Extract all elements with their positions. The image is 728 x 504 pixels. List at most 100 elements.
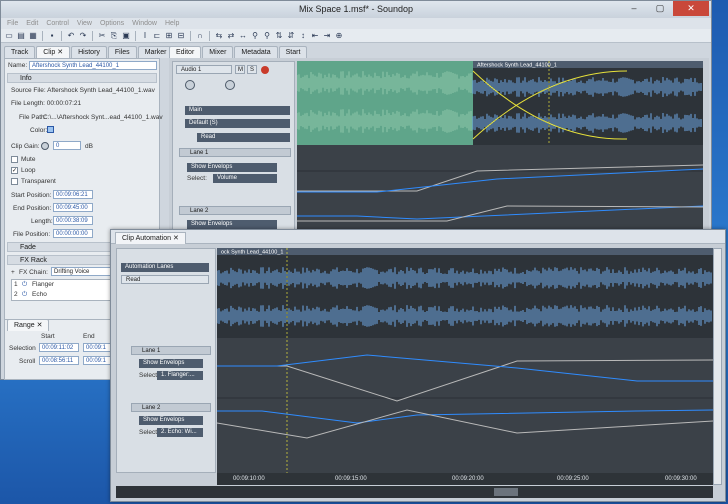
undo-icon[interactable]: ↶ [66,31,76,41]
fx-item-name[interactable]: Flanger [32,281,54,288]
minimize-button[interactable]: – [621,1,647,16]
lane1-show-envelopes[interactable]: Show Envelops [139,359,203,368]
selection-end-input[interactable]: 00:09:1 [83,343,111,352]
tab-files[interactable]: Files [107,46,137,58]
scroll-end-input[interactable]: 00:09:1 [83,356,111,365]
menu-options[interactable]: Options [100,18,124,29]
tab-editor[interactable]: Editor [169,46,202,58]
maximize-button[interactable]: ▢ [647,1,673,16]
menu-edit[interactable]: Edit [26,18,38,29]
start-position-input[interactable]: 00:09:06:21 [53,190,93,199]
menu-view[interactable]: View [77,18,92,29]
zoom-out-v-icon[interactable]: ⇵ [286,31,296,41]
go-start-icon[interactable]: ⇤ [310,31,320,41]
automation-mode-select[interactable]: Read [121,275,209,284]
selection-start-input[interactable]: 00:09:11:02 [39,343,79,352]
gain-knob-icon[interactable] [41,142,49,150]
menu-control[interactable]: Control [46,18,69,29]
transparent-checkbox[interactable] [11,178,18,185]
tab-clip-automation[interactable]: Clip Automation ✕ [115,232,186,244]
loop-checkbox[interactable]: ✓ [11,167,18,174]
power-icon[interactable]: ⏻ [22,291,27,299]
menu-file[interactable]: File [7,18,18,29]
clip-label: Aftershock Synth Lead_44100_1 [477,63,557,69]
add-fx-icon[interactable]: + [11,269,15,276]
go-end-icon[interactable]: ⇥ [322,31,332,41]
power-icon[interactable]: ⏻ [22,281,27,289]
source-file-text: Source File: Aftershock Synth Lead_44100… [11,87,155,94]
record-arm-icon[interactable] [261,66,269,74]
info-section-header[interactable]: Info [7,73,157,83]
timeline-ruler[interactable]: 00:09:10:00 00:09:15:00 00:09:20:00 00:0… [217,473,713,485]
tab-range[interactable]: Range ✕ [7,319,50,331]
lane1-select[interactable]: 1. Flanger:... [157,371,203,380]
scroll-thumb[interactable] [494,488,518,496]
open-folder-icon[interactable]: ▤ [16,31,26,41]
new-file-icon[interactable]: ▭ [4,31,14,41]
text-cursor-icon[interactable]: I [140,31,150,41]
menu-help[interactable]: Help [165,18,179,29]
output-bus-select[interactable]: Main [185,106,290,115]
fx-chain-select[interactable]: Drifting Voice [51,267,111,276]
zoom-in-h-icon[interactable]: ⇆ [214,31,224,41]
time-select-icon[interactable]: ⊏ [152,31,162,41]
vertical-scrollbar[interactable] [713,248,722,485]
tab-clip[interactable]: Clip ✕ [36,46,71,58]
waveform-area[interactable]: Aftershock Synth Lead_44100_1 [297,61,703,231]
clip-select-icon[interactable]: ⊞ [164,31,174,41]
fx-item-name[interactable]: Echo [32,291,47,298]
clip-automation-header: Clip Automation ✕ [111,230,725,244]
automation-mode-select[interactable]: Read [197,133,290,142]
file-position-input[interactable]: 00:00:00:00 [53,229,93,238]
lane1-select-label: Select: [139,372,159,379]
marker-icon[interactable]: ⊕ [334,31,344,41]
automation-lanes-select[interactable]: Automation Lanes [121,263,209,272]
end-position-label: End Position: [13,205,52,212]
magnet-icon[interactable]: ∩ [195,31,205,41]
end-position-input[interactable]: 00:09:45:00 [53,203,93,212]
save-icon[interactable]: ▪ [47,31,57,41]
length-input[interactable]: 00:00:38:09 [53,216,93,225]
automation-lane-panel: Automation Lanes Read Lane 1 Show Envelo… [116,248,216,473]
horizontal-scrollbar[interactable] [116,486,713,498]
automation-waveform-area[interactable]: ock Synth Lead_44100_1 [217,248,713,473]
volume-knob-icon[interactable] [185,80,195,90]
zoom-out-h-icon[interactable]: ⇄ [226,31,236,41]
lane1-show-envelopes[interactable]: Show Envelops [187,163,277,172]
lane2-select[interactable]: 2. Echo: Wi... [157,428,203,437]
tab-metadata[interactable]: Metadata [234,46,278,58]
zoom-fit-icon[interactable]: ↔ [238,31,248,41]
zoom-reset-icon[interactable]: ↕ [298,31,308,41]
color-swatch[interactable] [47,126,54,133]
tab-start[interactable]: Start [278,46,308,58]
clip-name-input[interactable]: Aftershock Synth Lead_44100_1 [29,61,157,70]
lane1-select[interactable]: Volume [213,174,277,183]
lane2-show-envelopes[interactable]: Show Envelops [139,416,203,425]
pan-knob-icon[interactable] [225,80,235,90]
track-name-input[interactable]: Audio 1 [176,65,232,74]
menu-window[interactable]: Window [132,18,157,29]
zoom-selection-icon[interactable]: ⚲ [262,31,272,41]
solo-button[interactable]: S [247,65,257,74]
mute-button[interactable]: M [235,65,245,74]
cut-icon[interactable]: ✂ [97,31,107,41]
selection-label: Selection [9,345,36,352]
tab-mixer[interactable]: Mixer [202,46,234,58]
mute-checkbox[interactable] [11,156,18,163]
close-button[interactable]: ✕ [673,1,709,16]
lane2-show-envelopes[interactable]: Show Envelops [187,220,277,229]
tab-track[interactable]: Track [4,46,36,58]
input-select[interactable]: Default (S) [185,119,290,128]
new-project-icon[interactable]: ▦ [28,31,38,41]
copy-icon[interactable]: ⎘ [109,31,119,41]
split-icon[interactable]: ⊟ [176,31,186,41]
loop-label: Loop [21,167,36,174]
scroll-start-input[interactable]: 00:08:56:11 [39,356,79,365]
clip-gain-input[interactable]: 0 [53,141,81,150]
redo-icon[interactable]: ↷ [78,31,88,41]
zoom-in-v-icon[interactable]: ⇅ [274,31,284,41]
ruler-tick: 00:09:15:00 [335,476,367,482]
tab-history[interactable]: History [71,46,107,58]
zoom-icon[interactable]: ⚲ [250,31,260,41]
paste-icon[interactable]: ▣ [121,31,131,41]
